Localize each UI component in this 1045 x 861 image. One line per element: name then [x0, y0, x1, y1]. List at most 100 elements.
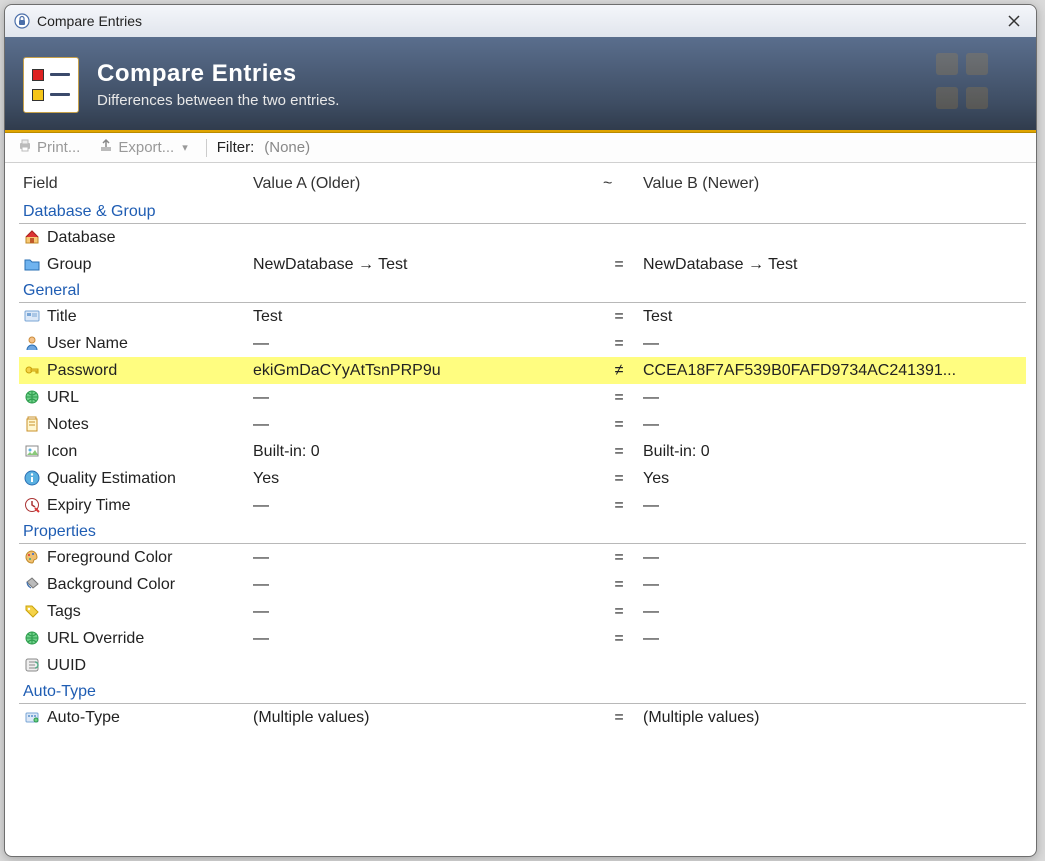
value-b-cell: —	[639, 492, 1026, 519]
value-a-cell: —	[249, 330, 599, 357]
key-icon	[23, 361, 41, 379]
field-cell: URL	[19, 384, 249, 411]
table-row[interactable]: TitleTest=Test	[19, 303, 1026, 331]
table-row[interactable]: Database	[19, 224, 1026, 252]
relation-cell: ≠	[599, 357, 639, 384]
auto-icon	[23, 708, 41, 726]
section-header: Database & Group	[19, 199, 1026, 224]
relation-cell: =	[599, 411, 639, 438]
value-a-cell: Yes	[249, 465, 599, 492]
compare-entries-icon	[23, 57, 79, 113]
relation-cell: =	[599, 598, 639, 625]
value-b-cell: Yes	[639, 465, 1026, 492]
field-cell: Title	[19, 303, 249, 331]
field-cell: Database	[19, 224, 249, 252]
value-b-cell: —	[639, 411, 1026, 438]
value-b-cell: —	[639, 330, 1026, 357]
table-row[interactable]: Auto-Type(Multiple values)=(Multiple val…	[19, 704, 1026, 732]
relation-cell: =	[599, 251, 639, 278]
field-cell: Notes	[19, 411, 249, 438]
value-b-cell: —	[639, 544, 1026, 572]
field-cell: Password	[19, 357, 249, 384]
table-row[interactable]: Tags—=—	[19, 598, 1026, 625]
table-row[interactable]: Foreground Color—=—	[19, 544, 1026, 572]
table-row[interactable]: Background Color—=—	[19, 571, 1026, 598]
banner-background-decoration	[936, 53, 996, 113]
print-button[interactable]: Print...	[13, 136, 84, 160]
relation-cell: =	[599, 384, 639, 411]
table-row[interactable]: Quality EstimationYes=Yes	[19, 465, 1026, 492]
relation-cell: =	[599, 330, 639, 357]
field-cell: Quality Estimation	[19, 465, 249, 492]
field-cell: Auto-Type	[19, 704, 249, 732]
export-button[interactable]: Export... ▾	[94, 136, 195, 160]
section-header: Auto-Type	[19, 679, 1026, 704]
titlebar: Compare Entries	[5, 5, 1036, 37]
print-label: Print...	[37, 139, 80, 156]
field-cell: Tags	[19, 598, 249, 625]
globe-icon	[23, 388, 41, 406]
close-button[interactable]	[1000, 9, 1028, 33]
comparison-grid[interactable]: Field Value A (Older) ~ Value B (Newer) …	[19, 169, 1026, 846]
comparison-grid-wrap: Field Value A (Older) ~ Value B (Newer) …	[5, 163, 1036, 856]
value-b-cell: —	[639, 384, 1026, 411]
value-b-cell: NewDatabase → Test	[639, 251, 1026, 278]
print-icon	[17, 138, 33, 158]
table-row[interactable]: URL—=—	[19, 384, 1026, 411]
table-row[interactable]: GroupNewDatabase → Test=NewDatabase → Te…	[19, 251, 1026, 278]
table-row[interactable]: User Name—=—	[19, 330, 1026, 357]
col-field[interactable]: Field	[19, 169, 249, 199]
card-icon	[23, 307, 41, 325]
value-a-cell: —	[249, 544, 599, 572]
relation-cell: =	[599, 544, 639, 572]
relation-cell: =	[599, 492, 639, 519]
value-b-cell: —	[639, 571, 1026, 598]
value-b-cell: Test	[639, 303, 1026, 331]
filter-dropdown[interactable]: (None)	[264, 139, 310, 156]
table-row[interactable]: UUID	[19, 652, 1026, 679]
value-a-cell	[249, 652, 599, 679]
value-b-cell: —	[639, 625, 1026, 652]
table-row[interactable]: PasswordekiGmDaCYyAtTsnPRP9u≠CCEA18F7AF5…	[19, 357, 1026, 384]
palette-icon	[23, 548, 41, 566]
value-a-cell: —	[249, 625, 599, 652]
value-b-cell: —	[639, 598, 1026, 625]
col-value-a[interactable]: Value A (Older)	[249, 169, 599, 199]
col-value-b[interactable]: Value B (Newer)	[639, 169, 1026, 199]
relation-cell	[599, 224, 639, 252]
value-a-cell	[249, 224, 599, 252]
compare-entries-window: Compare Entries Compare Entries Differen…	[4, 4, 1037, 857]
table-row[interactable]: URL Override—=—	[19, 625, 1026, 652]
notes-icon	[23, 415, 41, 433]
relation-cell: =	[599, 625, 639, 652]
field-cell: Foreground Color	[19, 544, 249, 572]
value-b-cell	[639, 224, 1026, 252]
value-b-cell	[639, 652, 1026, 679]
banner: Compare Entries Differences between the …	[5, 37, 1036, 133]
value-a-cell: ekiGmDaCYyAtTsnPRP9u	[249, 357, 599, 384]
bucket-icon	[23, 575, 41, 593]
value-a-cell: —	[249, 598, 599, 625]
table-row[interactable]: IconBuilt-in: 0=Built-in: 0	[19, 438, 1026, 465]
clock-icon	[23, 496, 41, 514]
window-title: Compare Entries	[37, 13, 142, 29]
export-label: Export...	[118, 139, 174, 156]
relation-cell	[599, 652, 639, 679]
col-rel[interactable]: ~	[599, 169, 639, 199]
value-b-cell: Built-in: 0	[639, 438, 1026, 465]
tag-icon	[23, 602, 41, 620]
value-a-cell: —	[249, 492, 599, 519]
field-cell: User Name	[19, 330, 249, 357]
field-cell: Icon	[19, 438, 249, 465]
banner-subtitle: Differences between the two entries.	[97, 92, 339, 109]
relation-cell: =	[599, 303, 639, 331]
value-a-cell: Test	[249, 303, 599, 331]
home-icon	[23, 228, 41, 246]
toolbar: Print... Export... ▾ Filter: (None)	[5, 133, 1036, 163]
value-a-cell: —	[249, 411, 599, 438]
table-row[interactable]: Notes—=—	[19, 411, 1026, 438]
field-cell: URL Override	[19, 625, 249, 652]
table-row[interactable]: Expiry Time—=—	[19, 492, 1026, 519]
value-a-cell: —	[249, 384, 599, 411]
relation-cell: =	[599, 571, 639, 598]
